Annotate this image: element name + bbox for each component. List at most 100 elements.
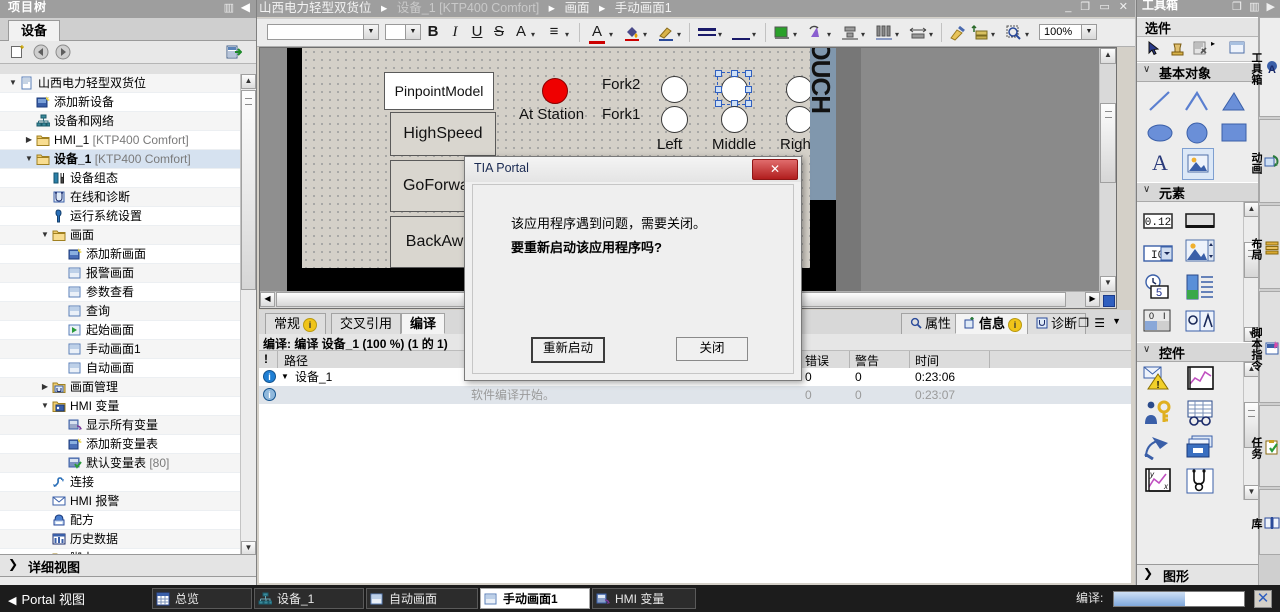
controls-grid[interactable]: ! yx ▲ ▼ (1137, 362, 1259, 500)
tree-item-24[interactable]: 历史数据 (0, 530, 256, 549)
f-keys-icon[interactable] (1143, 432, 1173, 462)
row-twisty-icon[interactable]: ▼ (281, 368, 289, 386)
tree-item-1[interactable]: 添加新设备 (0, 93, 256, 112)
italic-button[interactable]: I (447, 23, 463, 41)
toolbox-section-controls[interactable]: ∨ 控件 (1137, 342, 1259, 362)
distribute-icon[interactable] (875, 24, 893, 45)
rotate-icon[interactable] (807, 24, 825, 45)
font-size-select[interactable]: ▼ (385, 24, 421, 40)
toolbox-graphics-bar[interactable]: ❯ 图形 (1137, 564, 1259, 585)
tree-item-6[interactable]: 在线和诊断 (0, 188, 256, 207)
elements-grid[interactable]: 0.12 I0 5 0I ▲ ▼ (1137, 202, 1259, 342)
tree-item-15[interactable]: 自动画面 (0, 359, 256, 378)
taskbar-item-4[interactable]: HMI 变量 (592, 588, 696, 609)
line-style-icon[interactable] (732, 30, 750, 44)
inspector-tab-1[interactable]: 交叉引用 (331, 313, 402, 334)
scroll-up-button[interactable]: ▲ (241, 74, 256, 89)
highlight-dropdown-icon[interactable]: ▾ (677, 30, 681, 39)
tree-twisty-icon[interactable]: ▶ (24, 131, 34, 149)
taskbar-item-0[interactable]: 总览 (152, 588, 252, 609)
fill-bucket-icon[interactable] (623, 24, 641, 45)
editor-scroll-down[interactable]: ▼ (1100, 276, 1116, 292)
editor-scroll-thumb[interactable] (1100, 103, 1116, 183)
detail-view-expand-icon[interactable]: ❯ (8, 557, 18, 571)
polyline-icon[interactable] (1182, 86, 1212, 116)
tree-item-4[interactable]: ▼ 设备_1 [KTP400 Comfort] (0, 150, 256, 169)
dialog-restart-button[interactable]: 重新启动 (531, 337, 605, 363)
rectangle-icon[interactable] (1219, 118, 1249, 148)
bar-icon[interactable] (1185, 272, 1215, 302)
chevron-down-icon[interactable]: ∨ (1143, 64, 1150, 75)
screen-window-icon[interactable] (1185, 432, 1215, 462)
project-tree[interactable]: ▼ 山西电力轻型双货位 添加新设备 设备和网络 ▶ HMI_1 [KTP400 Comfo… (0, 74, 256, 556)
symbolic-io-field-icon[interactable]: I0 (1143, 238, 1173, 268)
editor-scroll-right[interactable]: ▶ (1085, 292, 1100, 307)
window-icon[interactable] (1229, 41, 1245, 58)
chevron-down-icon[interactable]: ▼ (1081, 25, 1096, 39)
back-icon[interactable] (33, 44, 49, 60)
at-station-lamp[interactable] (542, 78, 568, 104)
fork1-left-lamp[interactable] (661, 106, 688, 133)
compile-cancel-button[interactable]: ✕ (1254, 589, 1272, 608)
restore-icon[interactable]: ❐ (1080, 1, 1093, 13)
order-front-icon[interactable] (971, 24, 989, 45)
toolbox-title-controls[interactable]: ❐ ▥ ▶ (1232, 0, 1277, 13)
brush-icon[interactable] (657, 24, 675, 45)
breadcrumb-folder[interactable]: 画面 (564, 1, 589, 15)
zoom-area-icon[interactable] (1005, 24, 1023, 45)
align-objects-dropdown-icon[interactable]: ▾ (861, 30, 865, 39)
tree-item-18[interactable]: 显示所有变量 (0, 416, 256, 435)
zoom-dropdown-icon[interactable]: ▾ (1025, 30, 1029, 39)
tree-item-2[interactable]: 设备和网络 (0, 112, 256, 131)
inspector-rtab-2[interactable]: 诊断 (1027, 313, 1087, 334)
dialog-close-action-button[interactable]: 关闭 (676, 337, 748, 361)
tree-item-10[interactable]: 报警画面 (0, 264, 256, 283)
bold-button[interactable]: B (425, 23, 441, 41)
table-row[interactable]: i 软件编译开始。 0 0 0:23:07 (259, 386, 1131, 404)
text-icon[interactable]: A (1145, 148, 1175, 178)
forward-icon[interactable] (55, 44, 71, 60)
date-time-icon[interactable]: 5 (1143, 272, 1173, 302)
io-field-icon[interactable]: 0.12 (1143, 206, 1173, 236)
font-effect-button[interactable]: A (513, 23, 529, 41)
font-effect-dropdown-icon[interactable]: ▾ (531, 30, 535, 39)
switch-icon[interactable]: 0I (1143, 306, 1173, 336)
tab-devices[interactable]: 设备 (8, 20, 61, 41)
align-dropdown-icon[interactable]: ▾ (565, 30, 569, 39)
line-icon[interactable] (1145, 86, 1175, 116)
image-icon[interactable] (1182, 148, 1214, 180)
new-item-icon[interactable] (10, 44, 26, 60)
breadcrumb-screen[interactable]: 手动画面1 (615, 1, 672, 15)
symbol-library-icon[interactable] (1185, 306, 1215, 336)
side-tab-tasks[interactable]: 任务 (1250, 405, 1280, 487)
font-family-select[interactable]: ▼ (267, 24, 379, 40)
taskbar-item-2[interactable]: 自动画面 (366, 588, 478, 609)
tree-item-13[interactable]: 起始画面 (0, 321, 256, 340)
tree-twisty-icon[interactable]: ▼ (8, 74, 18, 92)
tree-twisty-icon[interactable]: ▼ (40, 226, 50, 244)
tree-item-14[interactable]: 手动画面1 (0, 340, 256, 359)
circle-icon[interactable] (1182, 118, 1212, 148)
tree-item-7[interactable]: 运行系统设置 (0, 207, 256, 226)
tree-twisty-icon[interactable]: ▶ (40, 378, 50, 396)
fill-color-dropdown-icon[interactable]: ▾ (643, 30, 647, 39)
float-panel-icon[interactable]: ❐ (1078, 316, 1089, 330)
tree-item-5[interactable]: 设备组态 (0, 169, 256, 188)
side-tab-animation[interactable]: 动画 (1250, 119, 1280, 203)
polygon-icon[interactable] (1219, 86, 1249, 116)
trend-view-icon[interactable] (1185, 364, 1215, 394)
tree-twisty-icon[interactable]: ▼ (40, 397, 50, 415)
chevron-down-icon[interactable]: ▼ (405, 25, 420, 39)
recipe-view-icon[interactable] (1185, 398, 1215, 428)
tree-item-9[interactable]: 添加新画面 (0, 245, 256, 264)
fn-trend-icon[interactable]: yx (1143, 466, 1173, 496)
inspector-tab-2[interactable]: 编译 (401, 313, 446, 334)
resize-icon[interactable] (909, 26, 927, 43)
font-color-button[interactable]: A (589, 23, 605, 44)
selection-handles[interactable] (715, 70, 752, 107)
inspector-tab-0[interactable]: 常规 i (265, 313, 327, 334)
tree-item-21[interactable]: 连接 (0, 473, 256, 492)
tree-item-22[interactable]: HMI 报警 (0, 492, 256, 511)
toolbox-section-basic-objects[interactable]: ∨ 基本对象 (1137, 62, 1259, 82)
line-style-dropdown-icon[interactable]: ▾ (752, 30, 756, 39)
